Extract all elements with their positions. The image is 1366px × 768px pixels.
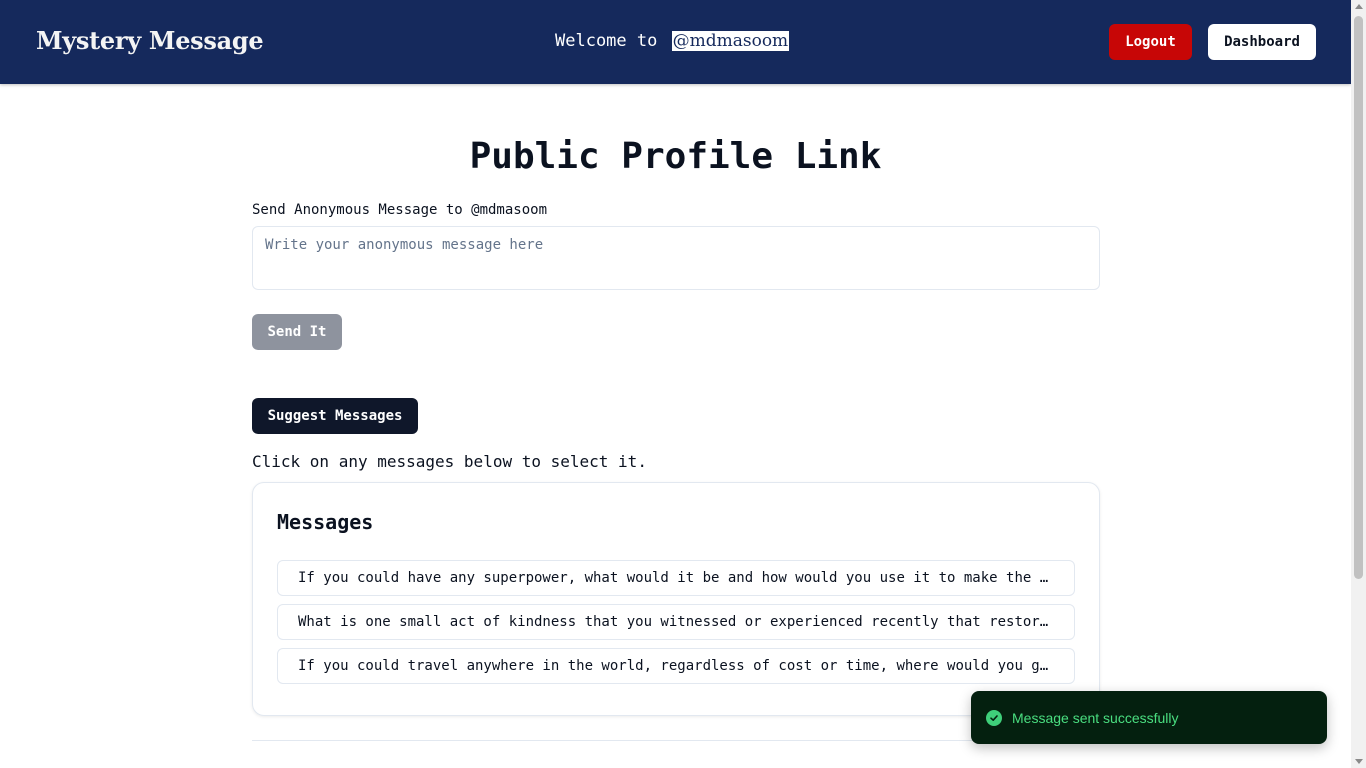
logout-button[interactable]: Logout	[1109, 24, 1192, 60]
dashboard-button[interactable]: Dashboard	[1208, 24, 1316, 60]
check-circle-icon	[986, 709, 1002, 726]
page-scrollbar[interactable]	[1351, 0, 1366, 768]
messages-card-title: Messages	[277, 510, 374, 534]
navbar: Mystery Message Welcome to @mdmasoom Log…	[0, 0, 1351, 84]
select-hint-text: Click on any messages below to select it…	[252, 452, 647, 471]
success-toast[interactable]: Message sent successfully	[971, 691, 1327, 744]
suggested-message-item[interactable]: If you could travel anywhere in the worl…	[277, 648, 1075, 684]
username-highlight: @mdmasoom	[671, 31, 790, 51]
suggested-message-item[interactable]: If you could have any superpower, what w…	[277, 560, 1075, 596]
toast-message: Message sent successfully	[1012, 709, 1179, 726]
anonymous-message-input[interactable]	[252, 226, 1100, 290]
suggest-messages-button[interactable]: Suggest Messages	[252, 398, 418, 434]
scroll-down-arrow-icon[interactable]	[1355, 759, 1363, 764]
suggested-message-item[interactable]: What is one small act of kindness that y…	[277, 604, 1075, 640]
page-title: Public Profile Link	[469, 136, 882, 177]
suggested-messages-card: Messages If you could have any superpowe…	[252, 482, 1100, 716]
scroll-thumb[interactable]	[1354, 16, 1363, 579]
send-it-button[interactable]: Send It	[252, 314, 342, 350]
welcome-prefix: Welcome to	[555, 31, 658, 51]
welcome-text: Welcome to @mdmasoom	[555, 31, 790, 51]
message-field-label: Send Anonymous Message to @mdmasoom	[252, 202, 548, 218]
scroll-up-arrow-icon[interactable]	[1355, 4, 1363, 9]
brand-logo[interactable]: Mystery Message	[36, 26, 264, 55]
